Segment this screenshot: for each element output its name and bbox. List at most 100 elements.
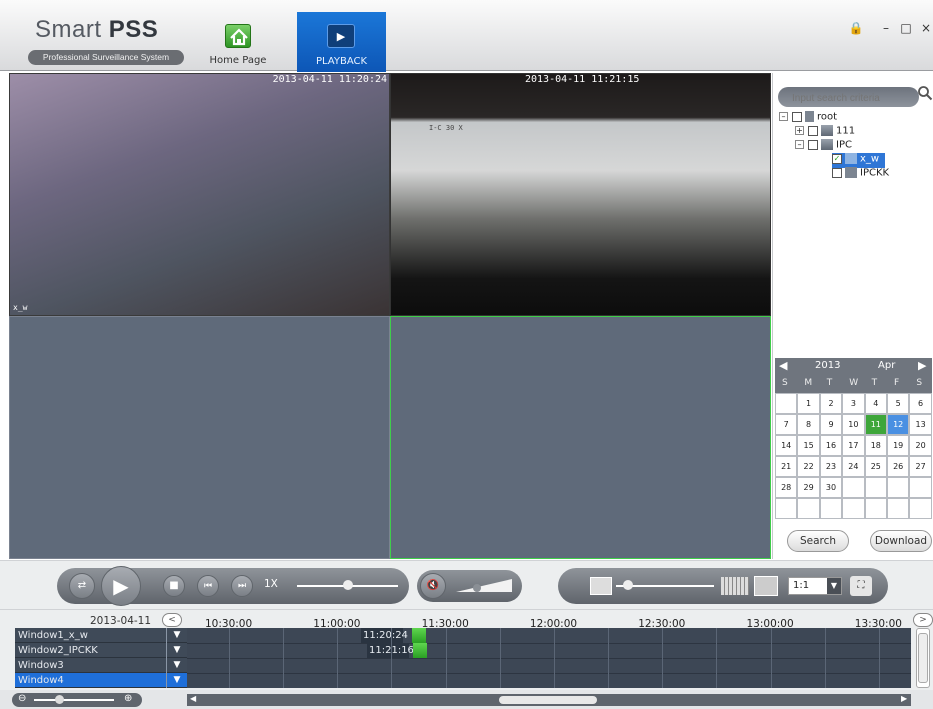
calendar-day[interactable]: 9: [819, 414, 843, 435]
calendar-day[interactable]: 29: [797, 477, 820, 498]
grid-line: [229, 628, 230, 688]
horizontal-scrollbar[interactable]: ◀ ▶: [187, 694, 911, 706]
minimize-button[interactable]: –: [878, 21, 894, 35]
zoom-thumb[interactable]: [55, 695, 64, 704]
video-pane-2[interactable]: 2013-04-11 11:21:15 I-C 30 X: [390, 73, 771, 316]
tab-home-page[interactable]: Home Page: [205, 16, 271, 72]
chevron-down-icon[interactable]: ▼: [827, 578, 841, 594]
calendar-day[interactable]: 24: [842, 456, 865, 477]
zoom-track[interactable]: [34, 699, 114, 701]
h-scroll-thumb[interactable]: [499, 696, 597, 704]
tree-node-ipckk[interactable]: IPCKK: [832, 167, 889, 182]
video-pane-3[interactable]: [9, 316, 390, 559]
split-screen-icon[interactable]: [590, 577, 612, 595]
tree-node-111[interactable]: +111: [795, 125, 855, 140]
mute-icon[interactable]: 🔇: [420, 573, 446, 599]
timeline-grid[interactable]: 11:20:24 11:21:16: [187, 628, 933, 688]
next-frame-button[interactable]: ⏭: [231, 575, 253, 597]
video-pane-1[interactable]: 2013-04-11 11:20:24 x_w: [9, 73, 390, 316]
download-button[interactable]: Download: [870, 530, 932, 552]
zoom-out-icon[interactable]: ⊖: [18, 693, 26, 704]
scroll-left-icon[interactable]: ◀: [190, 694, 196, 703]
calendar-day[interactable]: 22: [797, 456, 820, 477]
tree-node-x-w[interactable]: ✓ x_w: [832, 153, 886, 168]
record-segment[interactable]: [412, 628, 426, 643]
video-pane-4[interactable]: [390, 316, 771, 559]
checkbox[interactable]: [808, 125, 818, 136]
calendar-day[interactable]: 8: [797, 414, 820, 435]
prev-month-icon[interactable]: ◀: [779, 359, 787, 372]
calendar-day[interactable]: 25: [864, 456, 887, 477]
calendar-day[interactable]: 30: [819, 477, 843, 498]
tree-node-root[interactable]: – root: [779, 111, 837, 126]
calendar-day[interactable]: 20: [909, 435, 932, 456]
next-month-icon[interactable]: ▶: [918, 359, 926, 372]
calendar-day[interactable]: 13: [909, 414, 932, 435]
search-input[interactable]: [778, 87, 919, 107]
pane-overlay-text: I-C 30 X: [429, 124, 463, 132]
search-icon[interactable]: [917, 85, 933, 107]
calendar-day[interactable]: 27: [909, 456, 932, 477]
maximize-button[interactable]: □: [898, 21, 914, 35]
calendar-day[interactable]: 23: [819, 456, 843, 477]
lock-icon[interactable]: 🔒: [848, 21, 864, 35]
zoom-in-icon[interactable]: ⊕: [124, 693, 132, 704]
calendar-day[interactable]: 11: [864, 414, 887, 435]
calendar-day[interactable]: 7: [775, 414, 798, 435]
calendar-day[interactable]: 15: [797, 435, 820, 456]
calendar-day[interactable]: 14: [775, 435, 798, 456]
search-button[interactable]: Search: [787, 530, 849, 552]
calendar-day[interactable]: 1: [797, 393, 820, 414]
grid-line: [824, 628, 826, 688]
collapse-icon[interactable]: –: [779, 112, 788, 121]
ratio-select[interactable]: 1:1 ▼: [788, 577, 842, 595]
timeline-row-window2[interactable]: Window2_IPCKK ▼: [15, 643, 187, 658]
timeline-row-window4[interactable]: Window4 ▼: [15, 673, 187, 688]
fullscreen-icon[interactable]: ⛶: [850, 576, 872, 596]
tab-playback[interactable]: ▶ PLAYBACK: [297, 12, 386, 72]
calendar-day[interactable]: 6: [909, 393, 932, 414]
checkbox[interactable]: [792, 111, 802, 122]
close-button[interactable]: ×: [918, 21, 933, 35]
tree-label: x_w: [860, 153, 880, 165]
calendar-day[interactable]: 26: [887, 456, 910, 477]
calendar-day[interactable]: 2: [819, 393, 843, 414]
timeline-row-window1[interactable]: Window1_x_w ▼: [15, 628, 187, 643]
custom-layout-icon[interactable]: [754, 576, 778, 596]
speed-slider-thumb[interactable]: [343, 580, 353, 590]
chevron-down-icon[interactable]: ▼: [166, 643, 187, 658]
chevron-down-icon[interactable]: ▼: [166, 658, 187, 673]
calendar-day[interactable]: 21: [775, 456, 798, 477]
calendar-day[interactable]: 5: [887, 393, 910, 414]
collapse-icon[interactable]: –: [795, 140, 804, 149]
record-segment[interactable]: [413, 643, 427, 658]
grid-line: [337, 628, 339, 688]
scroll-right-icon[interactable]: ▶: [901, 694, 907, 703]
timeline-row-window3[interactable]: Window3 ▼: [15, 658, 187, 673]
sync-play-button[interactable]: ⇄: [69, 573, 95, 599]
calendar-day[interactable]: 17: [842, 435, 865, 456]
play-button[interactable]: ▶: [101, 566, 141, 606]
checkbox[interactable]: [808, 139, 818, 150]
zoom-slider-thumb[interactable]: [623, 580, 633, 590]
tree-node-ipc[interactable]: – IPC: [795, 139, 852, 154]
checkbox[interactable]: [832, 167, 842, 178]
grid-layout-icon[interactable]: [721, 577, 749, 595]
calendar-day[interactable]: 16: [819, 435, 843, 456]
calendar-day[interactable]: 3: [842, 393, 865, 414]
calendar-day[interactable]: 19: [887, 435, 910, 456]
calendar-day[interactable]: 28: [775, 477, 798, 498]
vertical-scrollbar[interactable]: [916, 628, 930, 688]
chevron-down-icon[interactable]: ▼: [166, 628, 187, 643]
calendar-day[interactable]: 10: [842, 414, 865, 435]
checkbox-checked[interactable]: ✓: [832, 153, 842, 164]
calendar-day[interactable]: 12: [887, 414, 910, 435]
scroll-thumb[interactable]: [918, 633, 928, 683]
volume-slider[interactable]: [454, 576, 514, 596]
expand-icon[interactable]: +: [795, 126, 804, 135]
stop-button[interactable]: ■: [163, 575, 185, 597]
calendar-day[interactable]: 4: [864, 393, 887, 414]
prev-frame-button[interactable]: ⏮: [197, 575, 219, 597]
chevron-down-icon[interactable]: ▼: [166, 673, 187, 688]
calendar-day[interactable]: 18: [864, 435, 887, 456]
